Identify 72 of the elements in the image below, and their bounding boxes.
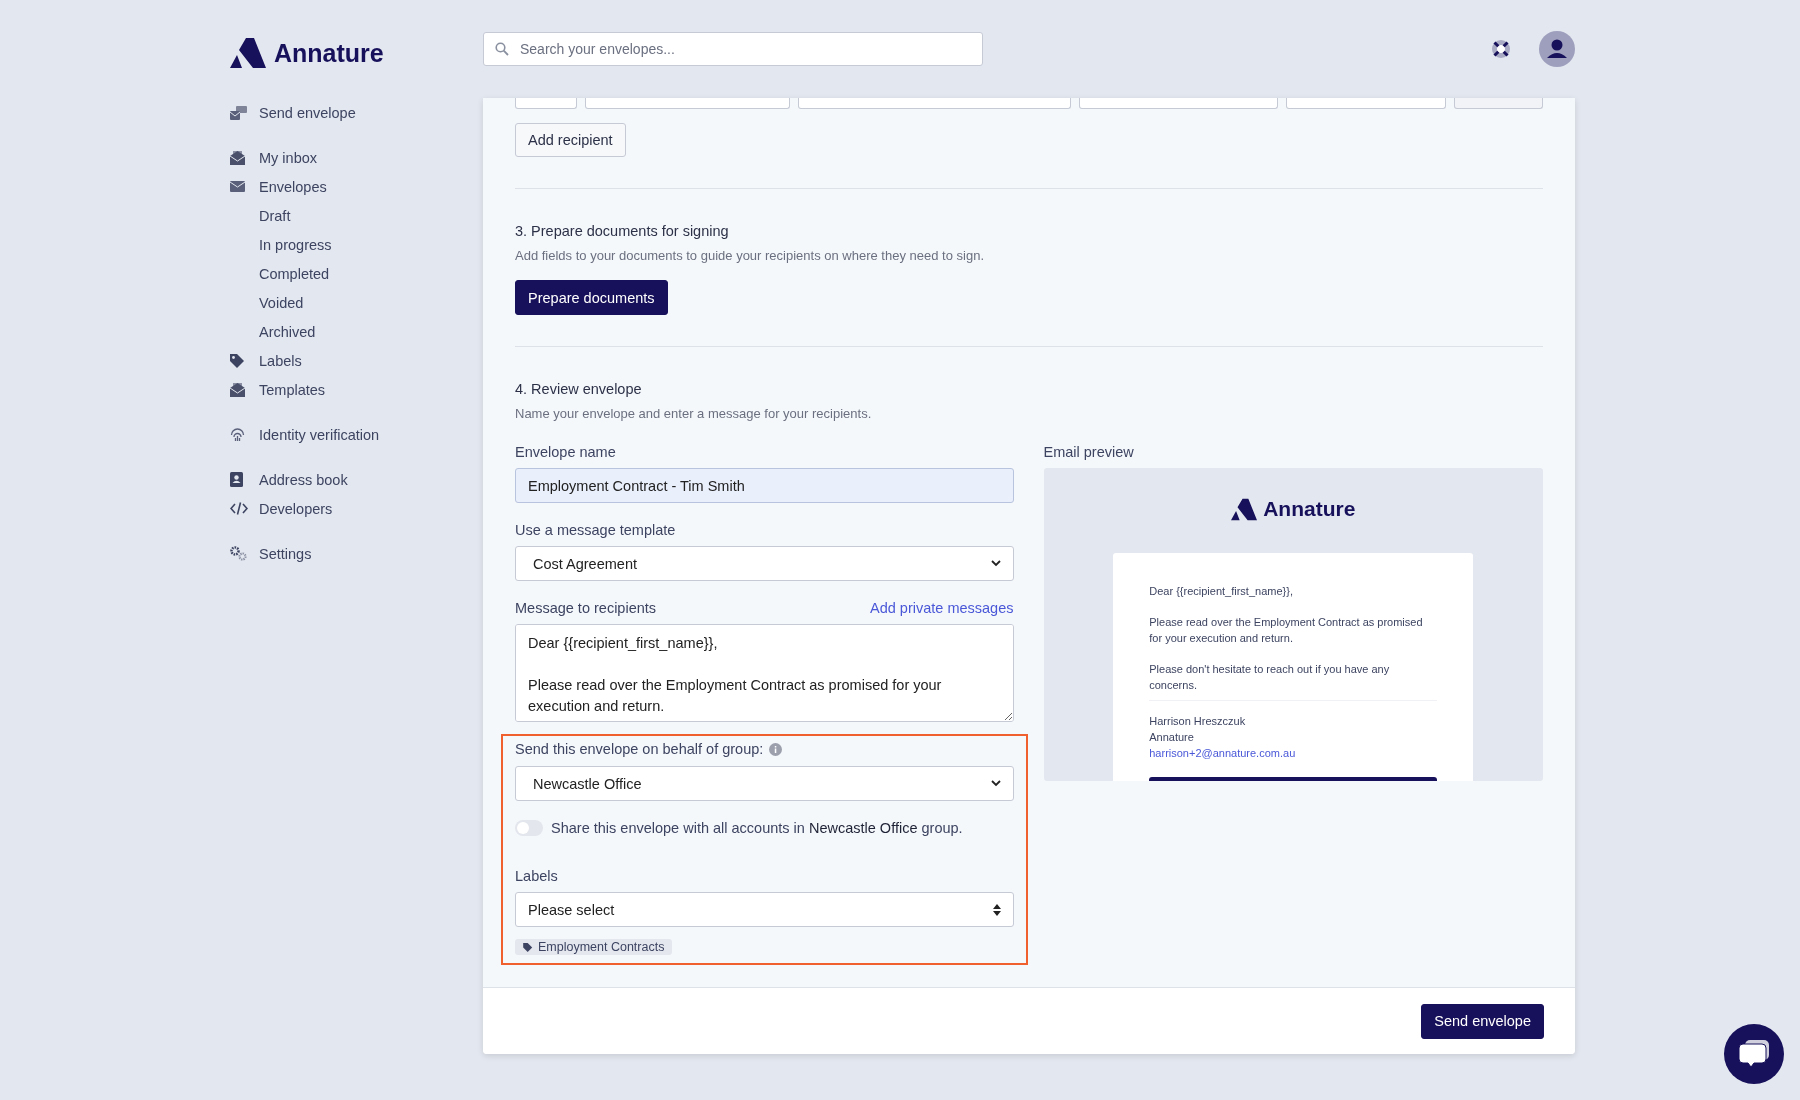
sidebar-item[interactable]: Address book <box>230 465 483 494</box>
email-paragraph: Please don't hesitate to reach out if you have any concerns. <box>1149 662 1391 693</box>
add-recipient-button[interactable]: Add recipient <box>515 123 626 157</box>
brand-name: Annature <box>1263 497 1356 521</box>
avatar-icon[interactable] <box>1539 31 1575 67</box>
text-field-edge[interactable] <box>797 98 1071 109</box>
field-label: Use a message template <box>515 522 677 538</box>
sidebar-item[interactable]: Voided <box>230 288 483 317</box>
sidebar-item[interactable]: Envelopes <box>230 172 483 201</box>
field-label: Send this envelope on behalf of group: <box>515 741 764 757</box>
text-field-edge[interactable] <box>1078 98 1279 109</box>
chevron-down-icon <box>990 780 1001 787</box>
labels-select[interactable]: Please select <box>515 892 1014 927</box>
section-subtitle: Name your envelope and enter a message for your recipients. <box>515 406 873 421</box>
sidebar-item[interactable]: My inbox <box>230 143 483 172</box>
share-text: Share this envelope with all accounts in Newcastle Office group. <box>551 820 963 836</box>
search-field[interactable]: Search your envelopes... <box>483 32 983 66</box>
brand-name: Annature <box>274 38 384 68</box>
sidebar-item[interactable]: Completed <box>230 259 483 288</box>
gears-icon <box>230 546 247 561</box>
sidebar-item[interactable]: Identity verification <box>230 420 483 449</box>
sort-arrows-icon <box>992 903 1001 916</box>
envelopes-icon <box>230 105 247 120</box>
sidebar-item[interactable]: Templates <box>230 375 483 404</box>
sidebar-item[interactable]: Developers <box>230 494 483 523</box>
text-field-edge[interactable] <box>1286 98 1447 109</box>
sidebar-item[interactable]: Draft <box>230 201 483 230</box>
info-icon <box>769 742 783 756</box>
text-field-edge[interactable] <box>585 98 790 109</box>
envelope-icon <box>230 181 245 192</box>
button-edge[interactable] <box>1454 98 1543 109</box>
add-private-messages-link[interactable]: Add private messages <box>870 600 1014 616</box>
chevron-down-icon <box>990 560 1001 567</box>
prepare-documents-button[interactable]: Prepare documents <box>515 280 668 315</box>
signature-line: Harrison Hreszczuk <box>1149 714 1247 729</box>
signature-line: Annature <box>1149 730 1195 745</box>
address-book-icon <box>230 472 243 487</box>
open-envelope-icon <box>230 150 245 165</box>
fingerprint-icon <box>230 427 245 442</box>
field-label: Envelope name <box>515 444 617 460</box>
tag-text: Employment Contracts <box>538 940 665 954</box>
section-title: 4. Review envelope <box>515 381 643 397</box>
field-label: Email preview <box>1043 444 1135 460</box>
section-title: 3. Prepare documents for signing <box>515 223 730 239</box>
help-icon[interactable] <box>1491 39 1511 59</box>
sidebar-item[interactable]: Labels <box>230 346 483 375</box>
open-envelope-icon <box>230 382 245 397</box>
envelope-name-field[interactable]: Employment Contract - Tim Smith <box>515 468 1014 503</box>
template-select[interactable]: Cost Agreement <box>515 546 1014 581</box>
share-toggle[interactable] <box>515 820 543 836</box>
message-field[interactable]: Dear {{recipient_first_name}}, Please read over the Employment Contract as promised for your execution and return. <box>515 624 1014 722</box>
sidebar-item[interactable]: Settings <box>230 539 483 568</box>
email-paragraph: Please read over the Employment Contract as promised for your execution and return. <box>1149 615 1424 646</box>
sidebar-item[interactable]: In progress <box>230 230 483 259</box>
send-envelope-button[interactable]: Send envelope <box>1421 1003 1544 1039</box>
tag-icon <box>523 942 533 952</box>
logo-icon <box>230 38 266 68</box>
tag-icon <box>230 353 245 368</box>
label-tag[interactable]: Employment Contracts <box>515 939 673 955</box>
email-link[interactable]: harrison+2@annature.com.au <box>1149 745 1438 761</box>
text-field-edge[interactable] <box>515 98 578 109</box>
sidebar-item[interactable]: Send envelope <box>230 98 483 127</box>
section-subtitle: Add fields to your documents to guide your recipients on where they need to sign. <box>515 248 985 263</box>
group-select[interactable]: Newcastle Office <box>515 766 1014 801</box>
chat-bubbles-icon <box>1738 1039 1770 1069</box>
code-icon <box>230 502 248 515</box>
field-label: Labels <box>515 868 559 884</box>
chat-button[interactable] <box>1724 1024 1784 1084</box>
logo-icon <box>1231 497 1258 521</box>
sidebar-item[interactable]: Archived <box>230 317 483 346</box>
email-paragraph: Dear {{recipient_first_name}}, <box>1149 584 1294 599</box>
field-label: Message to recipients <box>515 600 657 616</box>
